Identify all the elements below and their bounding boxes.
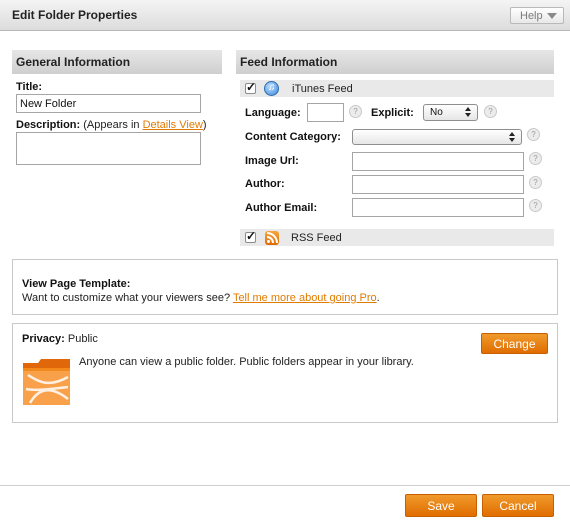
help-button[interactable]: Help: [510, 7, 564, 24]
change-button[interactable]: Change: [481, 333, 548, 354]
going-pro-link[interactable]: Tell me more about going Pro: [233, 292, 377, 304]
image-url-label: Image Url:: [245, 155, 299, 167]
itunes-feed-row: [240, 80, 554, 97]
content-category-label: Content Category:: [245, 131, 341, 143]
cancel-button[interactable]: Cancel: [482, 494, 554, 517]
rss-icon: [265, 231, 279, 245]
folder-icon: [23, 359, 70, 405]
explicit-value: No: [430, 107, 443, 118]
privacy-description: Anyone can view a public folder. Public …: [79, 356, 414, 368]
privacy-label: Privacy:: [22, 333, 65, 345]
description-textarea[interactable]: [16, 132, 201, 165]
description-note-suffix: ): [202, 119, 207, 131]
description-label: Description:: [16, 119, 81, 131]
view-page-template-heading: View Page Template:: [22, 278, 131, 290]
language-help-icon[interactable]: ?: [349, 105, 362, 118]
author-help-icon[interactable]: ?: [529, 176, 542, 189]
view-page-template-text-row: Want to customize what your viewers see?…: [22, 292, 380, 304]
description-label-row: Description: (Appears in Details View): [16, 119, 207, 131]
author-email-label: Author Email:: [245, 202, 318, 214]
general-information-header: General Information: [12, 50, 222, 74]
author-email-input[interactable]: [352, 198, 524, 217]
explicit-label: Explicit:: [371, 107, 414, 119]
title-label: Title:: [16, 81, 43, 93]
content-category-help-icon[interactable]: ?: [527, 128, 540, 141]
view-page-template-suffix: .: [376, 292, 380, 304]
language-input[interactable]: [307, 103, 344, 122]
explicit-help-icon[interactable]: ?: [484, 105, 497, 118]
title-input[interactable]: [16, 94, 201, 113]
select-arrows-icon: [509, 132, 516, 143]
rss-feed-label: RSS Feed: [291, 232, 342, 244]
image-url-input[interactable]: [352, 152, 524, 171]
explicit-select[interactable]: No: [423, 104, 478, 121]
author-email-help-icon[interactable]: ?: [529, 199, 542, 212]
save-button[interactable]: Save: [405, 494, 477, 517]
content-category-select[interactable]: [352, 129, 522, 145]
description-note-prefix: (Appears in: [83, 119, 143, 131]
dropdown-arrow-icon: [547, 13, 557, 19]
privacy-value: Public: [67, 333, 98, 345]
itunes-feed-checkbox[interactable]: [245, 80, 256, 94]
details-view-link[interactable]: Details View: [143, 119, 203, 131]
view-page-template-text: Want to customize what your viewers see?: [22, 292, 231, 304]
dialog-title: Edit Folder Properties: [12, 8, 138, 22]
image-url-help-icon[interactable]: ?: [529, 152, 542, 165]
language-label: Language:: [245, 107, 301, 119]
author-label: Author:: [245, 178, 285, 190]
help-label: Help: [520, 10, 543, 22]
itunes-feed-label: iTunes Feed: [292, 83, 353, 95]
privacy-row: Privacy: Public: [22, 333, 98, 345]
select-arrows-icon: [465, 107, 472, 118]
footer-divider: [0, 485, 570, 486]
itunes-icon: ♫: [264, 81, 279, 96]
rss-feed-row: [240, 229, 554, 246]
rss-feed-checkbox[interactable]: [245, 229, 256, 243]
author-input[interactable]: [352, 175, 524, 194]
feed-information-header: Feed Information: [236, 50, 554, 74]
